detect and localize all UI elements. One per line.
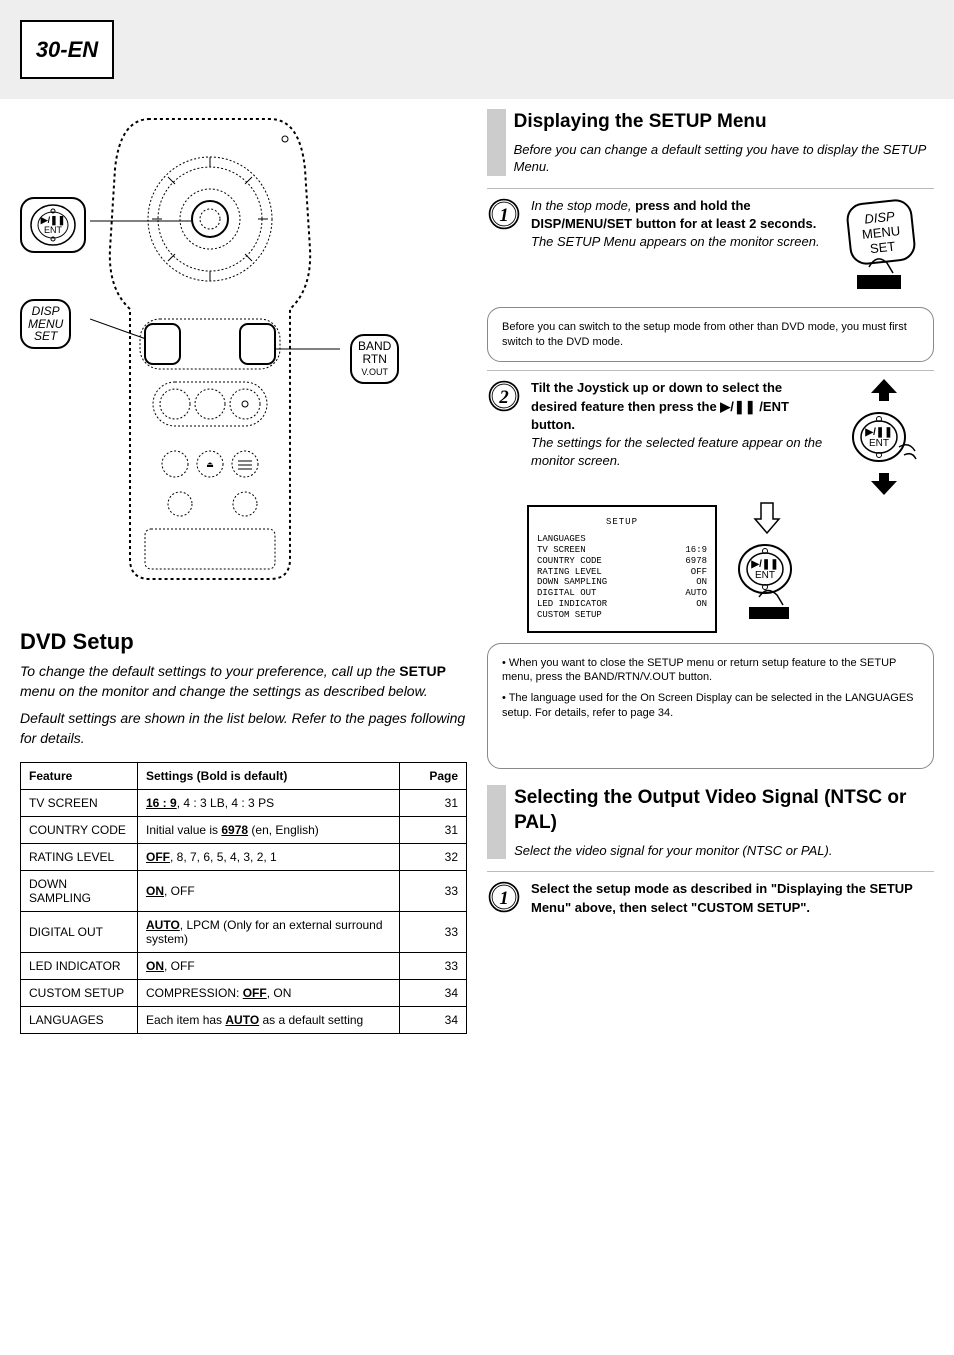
setup-screen-row: SETUP LANGUAGESTV SCREEN16:9COUNTRY CODE… <box>487 501 934 632</box>
svg-text:▶/❚❚: ▶/❚❚ <box>864 427 892 438</box>
table-row: TV SCREEN16 : 9, 4 : 3 LB, 4 : 3 PS31 <box>21 790 467 817</box>
callout-band-rtn-vout: BAND RTN V.OUT <box>350 334 399 384</box>
step-number-1-icon: 1 <box>487 197 521 231</box>
table-row: COUNTRY CODEInitial value is 6978 (en, E… <box>21 817 467 844</box>
setup-screen-row: DOWN SAMPLINGON <box>537 577 707 588</box>
table-row: RATING LEVELOFF, 8, 7, 6, 5, 4, 3, 2, 13… <box>21 844 467 871</box>
page-number: 30-EN <box>20 20 114 79</box>
svg-text:2: 2 <box>498 387 508 408</box>
note-b: • When you want to close the SETUP menu … <box>487 643 934 769</box>
step-2: 2 Tilt the Joystick up or down to select… <box>487 379 934 495</box>
remote-svg: ⏏ <box>90 109 350 589</box>
section-display-setup: Displaying the SETUP Menu Before you can… <box>487 109 934 176</box>
setup-screen-row: RATING LEVELOFF <box>537 567 707 578</box>
section-a-body: Before you can change a default setting … <box>514 142 926 175</box>
section-video-signal: Selecting the Output Video Signal (NTSC … <box>487 785 934 860</box>
th-page: Page <box>400 763 467 790</box>
side-accent-bar <box>487 109 506 176</box>
side-accent-bar-2 <box>487 785 506 860</box>
callout-disp-menu-set: DISP MENU SET <box>20 299 71 349</box>
setup-screen-row: CUSTOM SETUP <box>537 610 707 621</box>
table-row: LANGUAGESEach item has AUTO as a default… <box>21 1007 467 1034</box>
th-settings: Settings (Bold is default) <box>138 763 400 790</box>
step-number-1b-icon: 1 <box>487 880 521 914</box>
note-line: • The language used for the On Screen Di… <box>502 691 919 721</box>
svg-text:ENT: ENT <box>44 225 63 235</box>
disp-menu-set-button-icon: DISP MENU SET <box>839 197 929 297</box>
svg-text:1: 1 <box>499 205 508 226</box>
table-row: LED INDICATORON, OFF33 <box>21 953 467 980</box>
svg-text:▶/❚❚: ▶/❚❚ <box>750 559 778 570</box>
step-1: 1 In the stop mode, press and hold the D… <box>487 197 934 297</box>
table-row: DOWN SAMPLINGON, OFF33 <box>21 871 467 912</box>
arrow-down-icon <box>871 473 897 495</box>
table-row: DIGITAL OUTAUTO, LPCM (Only for an exter… <box>21 912 467 953</box>
th-feature: Feature <box>21 763 138 790</box>
callout-ent: ▶/❚❚ ENT <box>20 197 86 253</box>
setup-screen: SETUP LANGUAGESTV SCREEN16:9COUNTRY CODE… <box>527 505 717 632</box>
setup-screen-row: COUNTRY CODE6978 <box>537 556 707 567</box>
svg-text:ENT: ENT <box>869 438 889 449</box>
note-a: Before you can switch to the setup mode … <box>487 307 934 363</box>
setup-screen-row: LED INDICATORON <box>537 599 707 610</box>
arrow-up-icon <box>871 379 897 401</box>
svg-text:ENT: ENT <box>755 570 775 581</box>
then-arrow-icon <box>753 501 783 535</box>
step-3: 1 Select the setup mode as described in … <box>487 880 934 916</box>
setup-screen-row: TV SCREEN16:9 <box>537 545 707 556</box>
remote-illustration: ▶/❚❚ ENT DISP MENU SET BAND RTN V.OUT <box>20 109 467 609</box>
setup-screen-row: DIGITAL OUTAUTO <box>537 588 707 599</box>
section-a-heading: Displaying the SETUP Menu <box>514 109 934 135</box>
table-row: CUSTOM SETUPCOMPRESSION: OFF, ON34 <box>21 980 467 1007</box>
dvd-setup-desc: To change the default settings to your p… <box>20 661 467 702</box>
svg-text:SET: SET <box>869 238 896 256</box>
settings-table: Feature Settings (Bold is default) Page … <box>20 762 467 1034</box>
section-b-heading: Selecting the Output Video Signal (NTSC … <box>514 785 934 836</box>
section-b-body: Select the video signal for your monitor… <box>514 843 832 858</box>
setup-screen-row: LANGUAGES <box>537 534 707 545</box>
svg-text:⏏: ⏏ <box>206 460 214 469</box>
dvd-setup-desc2: Default settings are shown in the list b… <box>20 708 467 749</box>
step-number-2-icon: 2 <box>487 379 521 413</box>
note-line: • When you want to close the SETUP menu … <box>502 656 919 686</box>
ent-press-icon: ▶/❚❚ ENT <box>733 541 803 621</box>
joystick-ent-icon: ▶/❚❚ ENT <box>849 407 919 467</box>
svg-text:1: 1 <box>499 888 508 909</box>
dvd-setup-title: DVD Setup <box>20 629 467 655</box>
